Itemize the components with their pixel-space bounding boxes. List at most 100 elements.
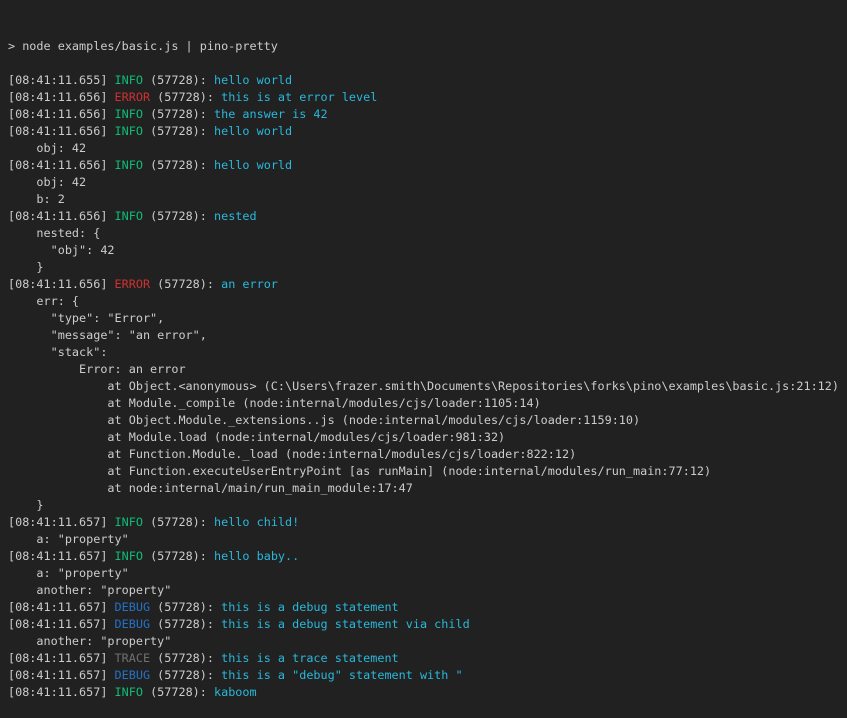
msg-segment: an error <box>221 277 278 291</box>
log-line-info: [08:41:11.655] INFO (57728): hello world <box>8 72 847 89</box>
info-segment: INFO <box>115 685 143 699</box>
stack-trace-line: at Module._compile (node:internal/module… <box>8 395 847 412</box>
text-segment: (57728): <box>150 600 221 614</box>
text-segment: at node:internal/main/run_main_module:17… <box>8 481 413 495</box>
debug-segment: DEBUG <box>115 668 151 682</box>
msg-segment: hello world <box>214 124 292 138</box>
debug-segment: DEBUG <box>115 617 151 631</box>
log-detail-line: obj: 42 <box>8 174 847 191</box>
stack-trace-line: at Function.executeUserEntryPoint [as ru… <box>8 463 847 480</box>
command-line: > node examples/basic.js | pino-pretty <box>8 38 847 55</box>
msg-segment: the answer is 42 <box>214 107 328 121</box>
text-segment: at Module.load (node:internal/modules/cj… <box>8 430 505 444</box>
text-segment: (57728): <box>150 617 221 631</box>
text-segment: } <box>8 498 44 512</box>
log-line-error: [08:41:11.656] ERROR (57728): an error <box>8 276 847 293</box>
msg-segment: hello world <box>214 73 292 87</box>
text-segment: [08:41:11.657] <box>8 515 115 529</box>
log-line-debug: [08:41:11.657] DEBUG (57728): this is a … <box>8 616 847 633</box>
text-segment: (57728): <box>143 209 214 223</box>
log-line-debug: [08:41:11.657] DEBUG (57728): this is a … <box>8 599 847 616</box>
log-detail-line: nested: { <box>8 225 847 242</box>
text-segment: (57728): <box>150 668 221 682</box>
msg-segment: this is at error level <box>221 90 377 104</box>
log-detail-line: } <box>8 259 847 276</box>
text-segment: [08:41:11.657] <box>8 685 115 699</box>
text-segment: (57728): <box>143 107 214 121</box>
text-segment: [08:41:11.656] <box>8 90 115 104</box>
log-line-info: [08:41:11.657] INFO (57728): kaboom <box>8 684 847 701</box>
text-segment: [08:41:11.657] <box>8 617 115 631</box>
log-line-error: [08:41:11.656] ERROR (57728): this is at… <box>8 89 847 106</box>
msg-segment: nested <box>214 209 257 223</box>
text-segment: at Object.Module._extensions..js (node:i… <box>8 413 640 427</box>
msg-segment: hello world <box>214 158 292 172</box>
stack-trace-line: at Module.load (node:internal/modules/cj… <box>8 429 847 446</box>
text-segment: at Module._compile (node:internal/module… <box>8 396 541 410</box>
msg-segment: this is a debug statement <box>221 600 399 614</box>
text-segment: at Function.Module._load (node:internal/… <box>8 447 576 461</box>
log-line-info: [08:41:11.656] INFO (57728): nested <box>8 208 847 225</box>
text-segment: (57728): <box>143 685 214 699</box>
msg-segment: hello child! <box>214 515 299 529</box>
text-segment: [08:41:11.656] <box>8 124 115 138</box>
msg-segment: this is a debug statement via child <box>221 617 470 631</box>
log-detail-line: a: "property" <box>8 565 847 582</box>
log-line-info: [08:41:11.656] INFO (57728): hello world <box>8 157 847 174</box>
terminal-output: > node examples/basic.js | pino-pretty [… <box>8 38 847 701</box>
text-segment: (57728): <box>143 73 214 87</box>
text-segment: "stack": <box>8 345 107 359</box>
text-segment: [08:41:11.656] <box>8 209 115 223</box>
info-segment: INFO <box>115 209 143 223</box>
log-detail-line: "message": "an error", <box>8 327 847 344</box>
stack-trace-line: at Function.Module._load (node:internal/… <box>8 446 847 463</box>
log-detail-line: "obj": 42 <box>8 242 847 259</box>
text-segment: [08:41:11.657] <box>8 651 115 665</box>
text-segment: [08:41:11.657] <box>8 600 115 614</box>
debug-segment: DEBUG <box>115 600 151 614</box>
text-segment: (57728): <box>150 90 221 104</box>
info-segment: INFO <box>115 515 143 529</box>
text-segment: another: "property" <box>8 583 171 597</box>
terminal[interactable]: > node examples/basic.js | pino-pretty [… <box>0 0 847 669</box>
log-detail-line: Error: an error <box>8 361 847 378</box>
info-segment: INFO <box>115 549 143 563</box>
error-segment: ERROR <box>115 277 151 291</box>
text-segment: [08:41:11.656] <box>8 277 115 291</box>
text-segment: (57728): <box>143 124 214 138</box>
text-segment: b: 2 <box>8 192 65 206</box>
text-segment: nested: { <box>8 226 100 240</box>
info-segment: INFO <box>115 158 143 172</box>
log-line-info: [08:41:11.657] INFO (57728): hello child… <box>8 514 847 531</box>
msg-segment: hello baby.. <box>214 549 299 563</box>
text-segment: a: "property" <box>8 532 129 546</box>
text-segment: at Object.<anonymous> (C:\Users\frazer.s… <box>8 379 839 393</box>
text-segment: obj: 42 <box>8 175 86 189</box>
stack-trace-line: at node:internal/main/run_main_module:17… <box>8 480 847 497</box>
text-segment: [08:41:11.656] <box>8 158 115 172</box>
text-segment: another: "property" <box>8 634 171 648</box>
log-line-info: [08:41:11.657] INFO (57728): hello baby.… <box>8 548 847 565</box>
log-line-trace: [08:41:11.657] TRACE (57728): this is a … <box>8 650 847 667</box>
text-segment: at Function.executeUserEntryPoint [as ru… <box>8 464 711 478</box>
text-segment: a: "property" <box>8 566 129 580</box>
text-segment: (57728): <box>143 158 214 172</box>
error-segment: ERROR <box>115 90 151 104</box>
text-segment: "message": "an error", <box>8 328 207 342</box>
text-segment: [08:41:11.657] <box>8 668 115 682</box>
info-segment: INFO <box>115 73 143 87</box>
blank-line <box>8 55 847 72</box>
msg-segment: this is a trace statement <box>221 651 399 665</box>
stack-trace-line: at Object.Module._extensions..js (node:i… <box>8 412 847 429</box>
log-line-debug: [08:41:11.657] DEBUG (57728): this is a … <box>8 667 847 684</box>
text-segment: (57728): <box>143 549 214 563</box>
msg-segment: this is a "debug" statement with " <box>221 668 462 682</box>
log-detail-line: err: { <box>8 293 847 310</box>
text-segment: (57728): <box>143 515 214 529</box>
text-segment: } <box>8 260 44 274</box>
text-segment: [08:41:11.655] <box>8 73 115 87</box>
log-detail-line: "stack": <box>8 344 847 361</box>
text-segment: (57728): <box>150 277 221 291</box>
trace-segment: TRACE <box>115 651 151 665</box>
log-detail-line: "type": "Error", <box>8 310 847 327</box>
